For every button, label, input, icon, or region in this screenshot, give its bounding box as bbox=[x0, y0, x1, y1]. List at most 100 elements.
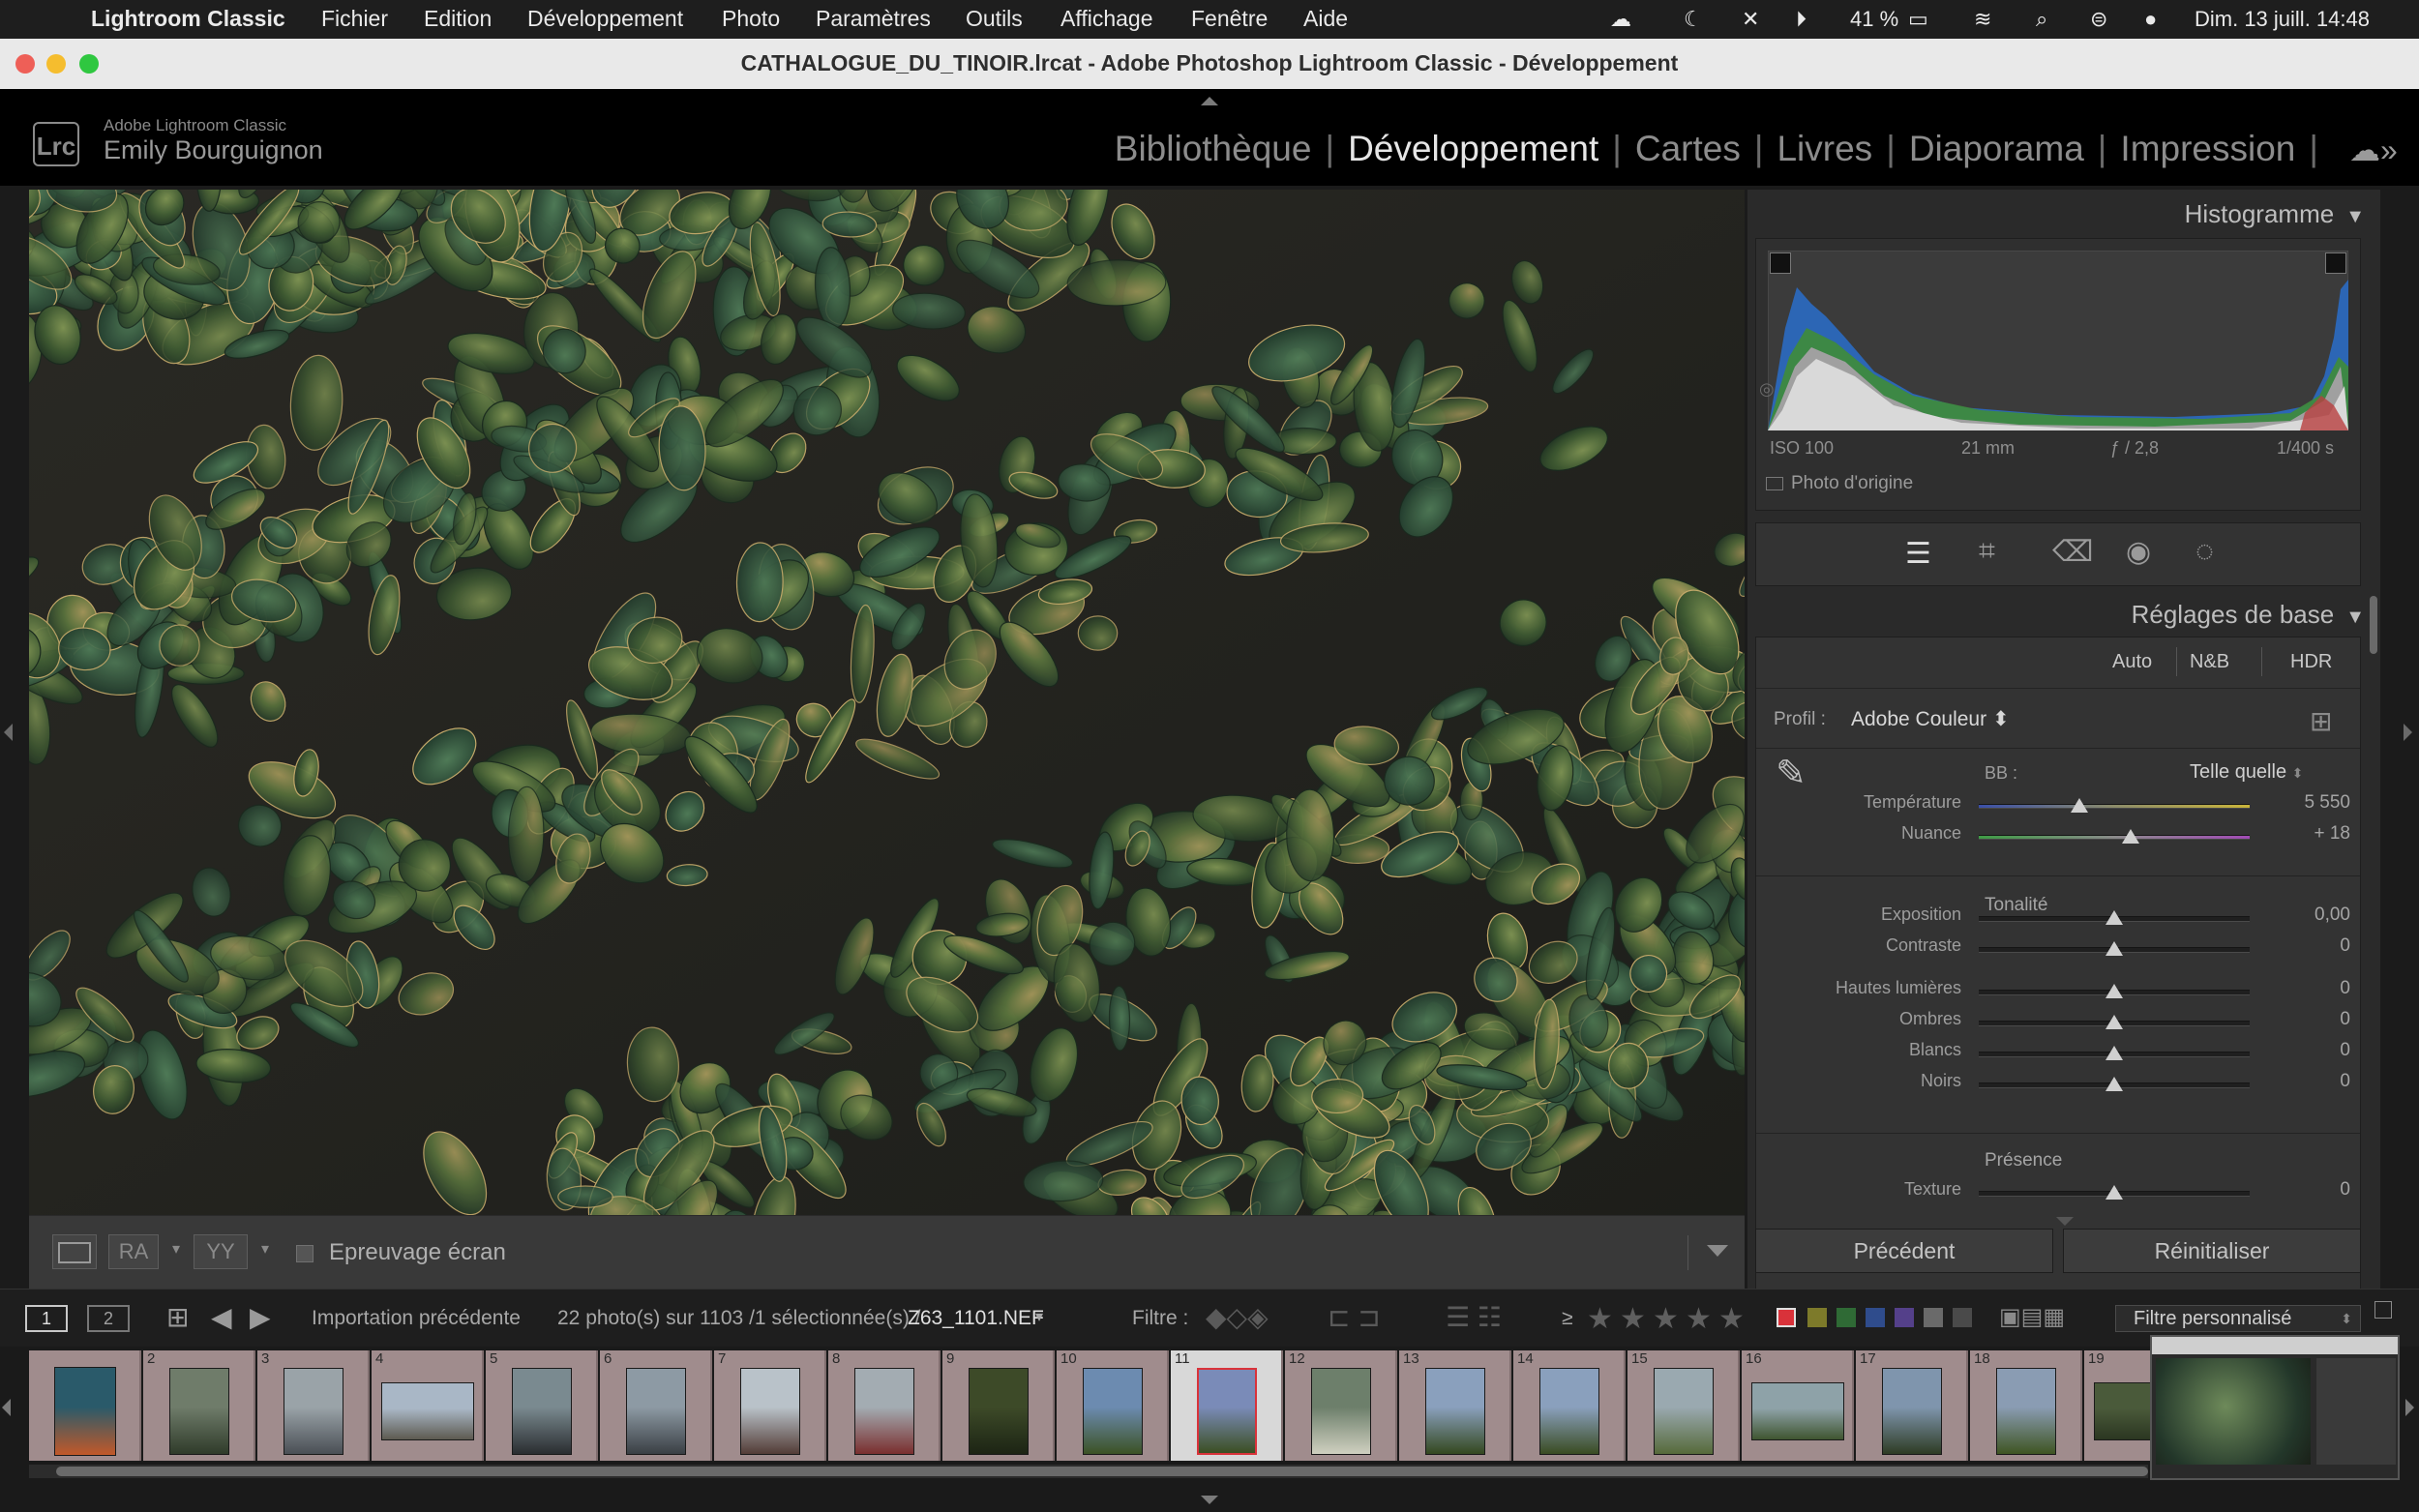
wb-select[interactable]: Telle quelle ⬍ bbox=[2190, 761, 2303, 784]
menu-aide[interactable]: Aide bbox=[1303, 6, 1348, 32]
main-photo-view[interactable] bbox=[29, 190, 1745, 1215]
bottom-panel-toggle-icon[interactable] bbox=[1201, 1496, 1218, 1504]
filmstrip-thumbnail[interactable] bbox=[1083, 1368, 1143, 1455]
filmstrip-cell[interactable]: 7 bbox=[714, 1350, 826, 1461]
before-after-yy-dropdown-icon[interactable]: ▾ bbox=[261, 1239, 269, 1259]
reset-button[interactable]: Réinitialiser bbox=[2063, 1229, 2361, 1273]
panel-visibility-eye-icon[interactable]: ◎ bbox=[1759, 379, 1775, 400]
histogram-header[interactable]: Histogramme ▼ bbox=[2185, 199, 2365, 229]
color-label-red[interactable] bbox=[1777, 1308, 1796, 1327]
now-playing-icon[interactable]: ⏵ bbox=[1796, 7, 1807, 32]
toolbar-content-dropdown-icon[interactable] bbox=[1707, 1245, 1728, 1257]
color-label-none[interactable] bbox=[1953, 1308, 1972, 1327]
control-center-icon[interactable]: ⊜ bbox=[2090, 7, 2107, 32]
left-panel-toggle-icon[interactable] bbox=[4, 724, 13, 741]
filmstrip-thumbnail[interactable] bbox=[54, 1367, 116, 1456]
filmstrip-cell[interactable]: 16 bbox=[1742, 1350, 1854, 1461]
filmstrip-scroll-left-icon[interactable] bbox=[2, 1399, 11, 1416]
rating-star-3[interactable]: ★ bbox=[1653, 1302, 1679, 1336]
filmstrip-thumbnail[interactable] bbox=[969, 1368, 1029, 1455]
exposure-slider-thumb[interactable] bbox=[2105, 910, 2123, 925]
color-label-purple[interactable] bbox=[1895, 1308, 1914, 1327]
filmstrip-thumbnail[interactable] bbox=[1996, 1368, 2056, 1455]
filmstrip-scroll-right-icon[interactable] bbox=[2405, 1399, 2414, 1416]
filmstrip-cell[interactable]: 8 bbox=[828, 1350, 941, 1461]
menubar-clock[interactable]: Dim. 13 juill. 14:48 bbox=[2195, 7, 2370, 32]
tint-value[interactable]: + 18 bbox=[2263, 823, 2350, 845]
filmstrip-cell[interactable]: 17 bbox=[1856, 1350, 1968, 1461]
module-developpement[interactable]: Développement bbox=[1348, 129, 1598, 169]
filmstrip-cell[interactable]: 10 bbox=[1057, 1350, 1169, 1461]
color-label-yellow[interactable] bbox=[1807, 1308, 1827, 1327]
shadows-slider-thumb[interactable] bbox=[2105, 1015, 2123, 1029]
right-panel-toggle-icon[interactable] bbox=[2404, 724, 2412, 741]
menu-affichage[interactable]: Affichage bbox=[1060, 6, 1152, 32]
temperature-value[interactable]: 5 550 bbox=[2263, 792, 2350, 814]
rating-star-2[interactable]: ★ bbox=[1620, 1302, 1646, 1336]
filmstrip-thumbnail[interactable] bbox=[1311, 1368, 1371, 1455]
color-label-custom[interactable] bbox=[1924, 1308, 1943, 1327]
filmstrip-thumbnail[interactable] bbox=[169, 1368, 229, 1455]
filmstrip-thumbnail[interactable] bbox=[1654, 1368, 1714, 1455]
filmstrip-cell[interactable]: 3 bbox=[257, 1350, 370, 1461]
bw-button[interactable]: N&B bbox=[2190, 651, 2229, 673]
contrast-slider-thumb[interactable] bbox=[2105, 941, 2123, 956]
search-icon[interactable]: ⌕ bbox=[2036, 7, 2047, 32]
red-eye-icon[interactable]: ◉ bbox=[2126, 535, 2151, 569]
menu-outils[interactable]: Outils bbox=[966, 6, 1023, 32]
filmstrip-cell[interactable]: 11 bbox=[1171, 1350, 1283, 1461]
panel-scrollbar[interactable] bbox=[2370, 596, 2377, 654]
filmstrip-thumbnail[interactable] bbox=[740, 1368, 800, 1455]
wb-eyedropper-icon[interactable]: ✎ bbox=[1776, 752, 1807, 795]
filmstrip-cell[interactable]: 12 bbox=[1285, 1350, 1397, 1461]
filmstrip-thumbnail[interactable] bbox=[1882, 1368, 1942, 1455]
flag-filter-icons[interactable]: ◆◇◈ bbox=[1206, 1301, 1269, 1333]
crop-icon[interactable]: ⌗ bbox=[1979, 535, 1995, 568]
filmstrip-thumbnail[interactable] bbox=[284, 1368, 343, 1455]
before-after-ra-button[interactable]: RA bbox=[108, 1234, 159, 1269]
basic-header[interactable]: Réglages de base ▼ bbox=[2132, 600, 2365, 630]
before-after-ra-dropdown-icon[interactable]: ▾ bbox=[172, 1239, 180, 1259]
whites-slider-thumb[interactable] bbox=[2105, 1046, 2123, 1060]
filmstrip-cell[interactable]: 2 bbox=[143, 1350, 255, 1461]
before-after-yy-button[interactable]: YY bbox=[194, 1234, 248, 1269]
filmstrip-thumbnail[interactable] bbox=[626, 1368, 686, 1455]
secondary-display-preview[interactable] bbox=[2150, 1335, 2400, 1480]
siri-icon[interactable]: ● bbox=[2144, 7, 2157, 32]
contrast-value[interactable]: 0 bbox=[2263, 935, 2350, 957]
back-arrow-icon[interactable]: ◀ bbox=[211, 1301, 232, 1333]
kind-filter-icons[interactable]: ▣▤▦ bbox=[1999, 1303, 2065, 1331]
masking-icon[interactable]: ◌ bbox=[2195, 533, 2214, 569]
profile-browser-grid-icon[interactable]: ⊞ bbox=[2310, 705, 2332, 737]
module-diaporama[interactable]: Diaporama bbox=[1909, 129, 2084, 169]
filmstrip-cell[interactable]: 9 bbox=[942, 1350, 1055, 1461]
exposure-value[interactable]: 0,00 bbox=[2263, 904, 2350, 926]
filmstrip-thumbnail[interactable] bbox=[1197, 1368, 1257, 1455]
menu-edition[interactable]: Edition bbox=[424, 6, 492, 32]
rating-star-4[interactable]: ★ bbox=[1686, 1302, 1712, 1336]
filmstrip-cell[interactable]: 5 bbox=[486, 1350, 598, 1461]
bluetooth-icon[interactable]: ✕ bbox=[1742, 7, 1759, 32]
primary-window-button[interactable]: 1 bbox=[25, 1305, 68, 1332]
highlight-clipping-toggle[interactable] bbox=[2325, 252, 2346, 274]
menu-parametres[interactable]: Paramètres bbox=[816, 6, 931, 32]
wifi-icon[interactable]: ≋ bbox=[1974, 7, 1991, 32]
grid-view-icon[interactable]: ⊞ bbox=[166, 1301, 189, 1333]
loupe-view-button[interactable] bbox=[52, 1234, 97, 1269]
profile-select[interactable]: Adobe Couleur ⬍ bbox=[1851, 707, 2010, 731]
shadows-value[interactable]: 0 bbox=[2263, 1009, 2350, 1030]
focus-moon-icon[interactable]: ☾ bbox=[1684, 7, 1703, 32]
edit-sliders-icon[interactable]: ☰ bbox=[1905, 537, 1931, 571]
color-label-green[interactable] bbox=[1837, 1308, 1856, 1327]
filmstrip-filename[interactable]: Z63_1101.NEF bbox=[908, 1307, 1044, 1330]
original-photo-checkbox[interactable] bbox=[1766, 477, 1783, 490]
rating-star-5[interactable]: ★ bbox=[1718, 1302, 1745, 1336]
module-impression[interactable]: Impression bbox=[2120, 129, 2295, 169]
filmstrip-thumbnail[interactable] bbox=[1425, 1368, 1485, 1455]
module-bibliotheque[interactable]: Bibliothèque bbox=[1115, 129, 1312, 169]
temperature-slider-thumb[interactable] bbox=[2070, 798, 2088, 813]
module-cartes[interactable]: Cartes bbox=[1635, 129, 1741, 169]
filmstrip-cell[interactable]: 18 bbox=[1970, 1350, 2082, 1461]
shadow-clipping-toggle[interactable] bbox=[1770, 252, 1791, 274]
blacks-slider-thumb[interactable] bbox=[2105, 1077, 2123, 1091]
